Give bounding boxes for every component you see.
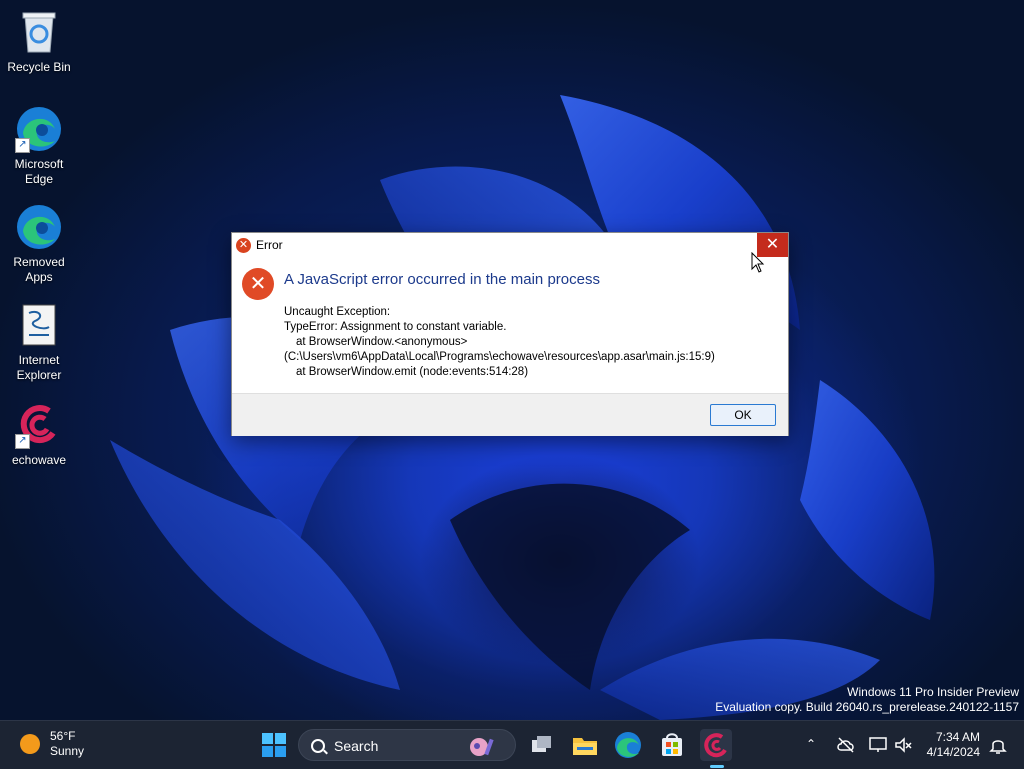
recycle-bin-icon <box>15 8 63 56</box>
error-dialog: ✕ Error ✕ ✕ A JavaScript error occurred … <box>231 232 789 436</box>
show-hidden-icons-button[interactable]: ⌃ <box>806 737 816 751</box>
error-message: Uncaught Exception: TypeError: Assignmen… <box>284 305 715 380</box>
dialog-content: ✕ A JavaScript error occurred in the mai… <box>232 258 788 393</box>
desktop-icon-label: Microsoft Edge <box>14 157 64 186</box>
close-icon: ✕ <box>765 236 780 253</box>
windows-watermark: Windows 11 Pro Insider Preview Evaluatio… <box>715 685 1019 715</box>
dialog-heading: A JavaScript error occurred in the main … <box>284 271 600 288</box>
error-icon: ✕ <box>236 238 251 253</box>
search-icon <box>311 739 325 753</box>
error-line: (C:\Users\vm6\AppData\Local\Programs\ech… <box>284 351 715 363</box>
echowave-icon <box>704 733 727 758</box>
file-explorer-button[interactable] <box>569 729 601 761</box>
network-status-button[interactable] <box>836 735 856 755</box>
volume-button[interactable] <box>893 735 913 755</box>
echowave-taskbar-button[interactable] <box>700 729 732 761</box>
store-button[interactable] <box>656 729 688 761</box>
error-icon: ✕ <box>242 268 274 300</box>
desktop-icon-echowave[interactable]: ↗ echowave <box>0 401 78 468</box>
display-status-button[interactable] <box>868 735 888 755</box>
mouse-cursor-icon <box>751 252 765 273</box>
file-explorer-icon <box>573 738 597 755</box>
volume-mute-icon <box>895 737 912 753</box>
cloud-offline-icon <box>837 737 854 753</box>
notification-button[interactable] <box>988 735 1008 760</box>
desktop-icon-label: echowave <box>11 453 67 467</box>
edge-icon <box>15 203 63 251</box>
desktop-icon-label: Internet Explorer <box>16 353 62 382</box>
shortcut-arrow-icon: ↗ <box>15 434 30 449</box>
dialog-footer: OK <box>232 393 788 436</box>
notification-icon <box>989 740 1007 754</box>
weather-condition: Sunny <box>50 744 85 758</box>
sun-icon <box>20 734 40 754</box>
desktop-icon-internet-explorer[interactable]: Internet Explorer <box>0 301 78 383</box>
weather-temp: 56°F <box>50 729 76 743</box>
error-line: Uncaught Exception: <box>284 306 391 318</box>
clock-time: 7:34 AM <box>935 730 980 744</box>
windows-start-icon <box>262 733 286 757</box>
monitor-icon <box>869 737 887 752</box>
error-line: at BrowserWindow.<anonymous> <box>296 336 468 348</box>
task-view-button[interactable] <box>526 729 558 761</box>
search-highlight-icon <box>470 738 494 756</box>
ok-button[interactable]: OK <box>710 404 776 426</box>
search-label: Search <box>334 738 379 754</box>
dialog-title: Error <box>256 238 283 252</box>
watermark-line: Evaluation copy. Build 26040.rs_prerelea… <box>715 700 1019 714</box>
desktop-icon-recycle-bin[interactable]: Recycle Bin <box>0 8 78 75</box>
task-view-icon <box>532 736 551 752</box>
edge-icon <box>615 732 641 758</box>
desktop-icon-removed-apps[interactable]: Removed Apps <box>0 203 78 285</box>
notepad-scroll-icon <box>15 301 63 349</box>
taskbar: 56°F Sunny Search ⌃ 7:34 AM 4/14/2024 <box>0 720 1024 769</box>
desktop-icon-microsoft-edge[interactable]: ↗ Microsoft Edge <box>0 105 78 187</box>
start-button[interactable] <box>258 729 290 761</box>
error-line: at BrowserWindow.emit (node:events:514:2… <box>296 366 529 378</box>
search-input[interactable]: Search <box>298 729 516 761</box>
edge-icon: ↗ <box>15 105 63 153</box>
chevron-up-icon: ⌃ <box>806 737 817 751</box>
dialog-titlebar[interactable]: ✕ Error ✕ <box>232 233 788 258</box>
echowave-icon: ↗ <box>15 401 63 449</box>
error-line: TypeError: Assignment to constant variab… <box>284 321 507 333</box>
clock-date: 4/14/2024 <box>926 745 980 759</box>
edge-taskbar-button[interactable] <box>612 729 644 761</box>
desktop-icon-label: Removed Apps <box>13 255 65 284</box>
desktop-icon-label: Recycle Bin <box>7 60 71 74</box>
taskbar-clock[interactable]: 7:34 AM 4/14/2024 <box>922 730 980 760</box>
store-icon <box>662 733 682 756</box>
watermark-line: Windows 11 Pro Insider Preview <box>847 685 1019 699</box>
shortcut-arrow-icon: ↗ <box>15 138 30 153</box>
weather-widget[interactable]: 56°F Sunny <box>20 729 84 759</box>
